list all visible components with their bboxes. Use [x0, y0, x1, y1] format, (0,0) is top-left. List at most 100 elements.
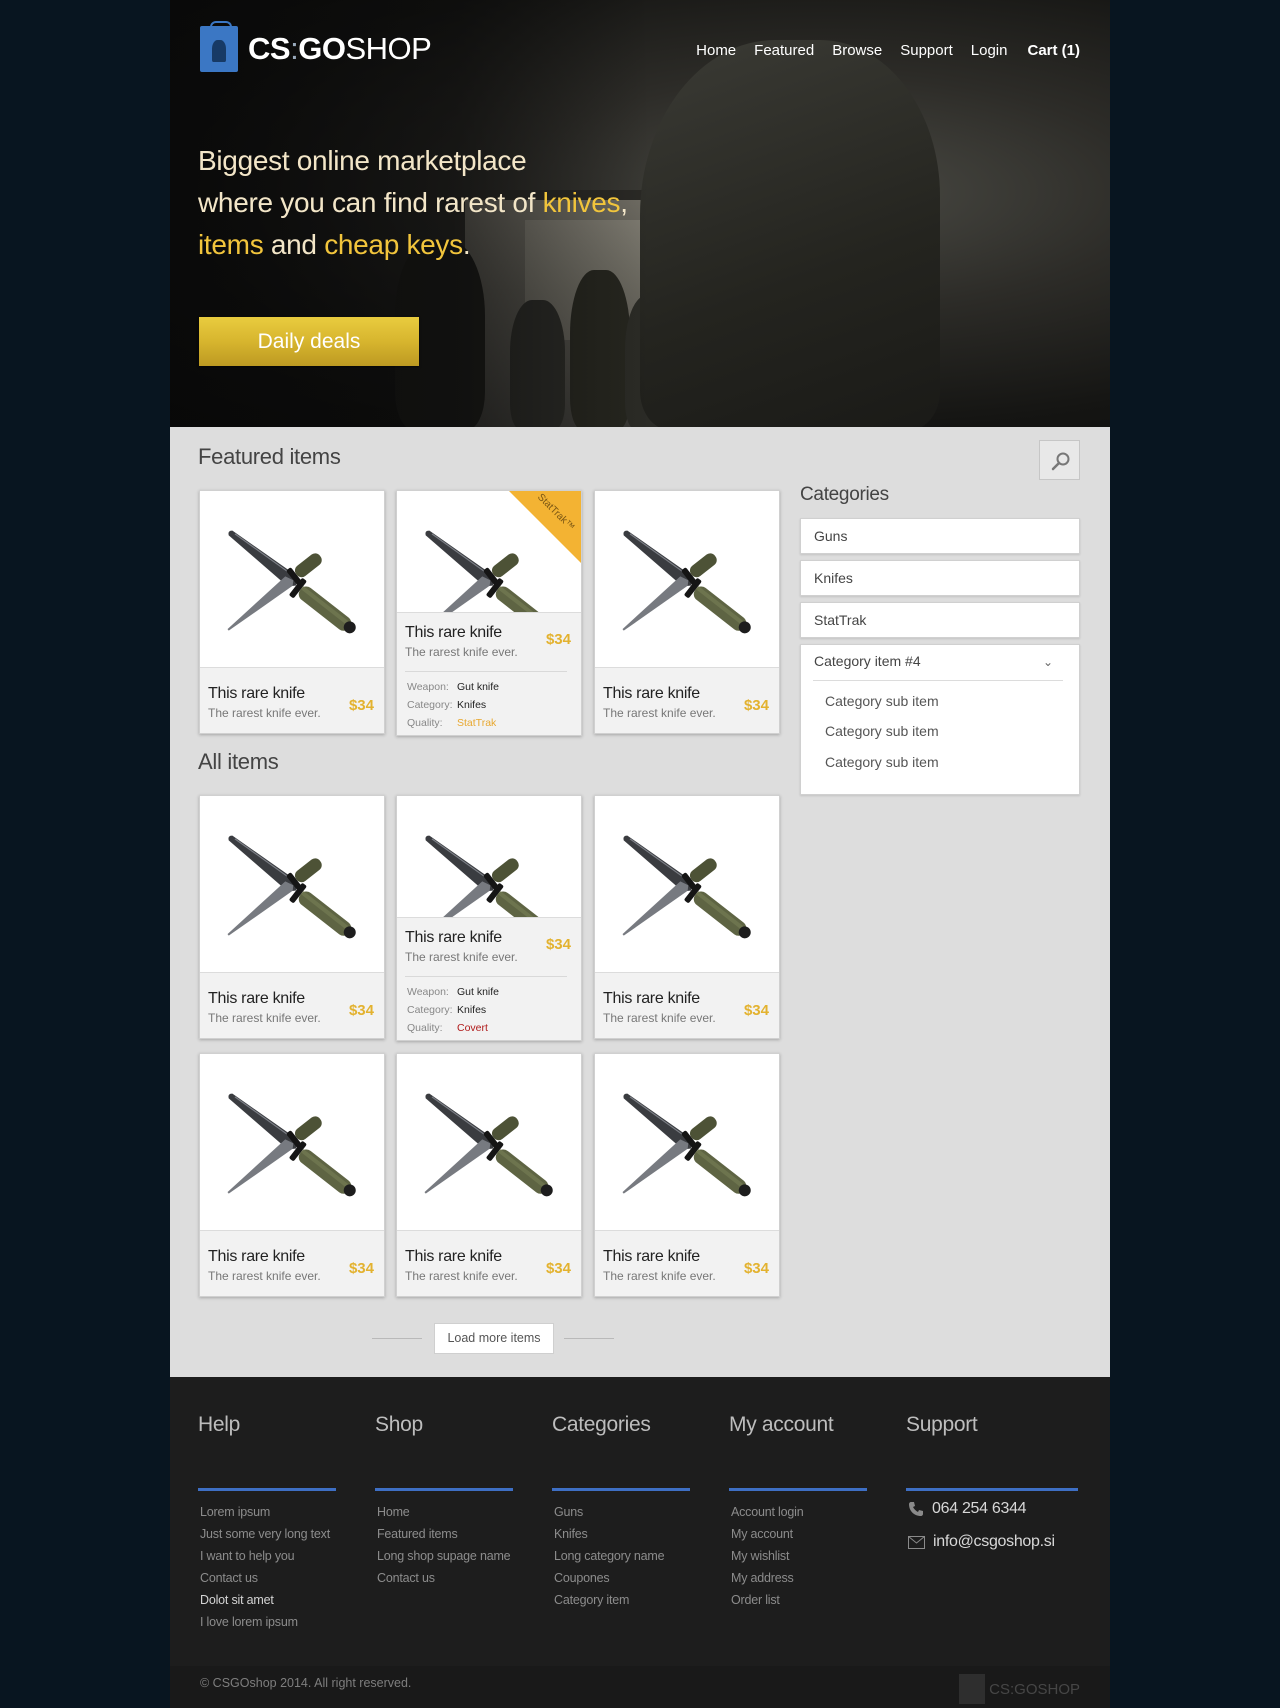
product-price: $34 — [545, 1260, 571, 1277]
footer-link[interactable]: Contact us — [377, 1571, 510, 1593]
footer-col-account: My account Account login My account My w… — [729, 1413, 869, 1607]
crossed-knives-icon — [424, 835, 550, 917]
footer-heading-bar — [198, 1488, 336, 1491]
product-subtitle: The rarest knife ever. — [603, 706, 716, 720]
footer-col-help: Help Lorem ipsum Just some very long tex… — [198, 1413, 338, 1629]
footer-link[interactable]: Guns — [554, 1505, 664, 1527]
crossed-knives-icon — [622, 835, 751, 939]
product-title: This rare knife — [405, 624, 502, 641]
footer-link[interactable]: Coupones — [554, 1571, 664, 1593]
crossed-knives-icon — [227, 1093, 356, 1197]
footer-heading-bar — [906, 1488, 1078, 1491]
details-divider — [405, 976, 567, 977]
product-card-expanded[interactable]: StatTrak™ This rare knife The rarest kni… — [396, 490, 582, 736]
support-email[interactable]: info@csgoshop.si — [908, 1533, 1055, 1551]
detail-weapon: Weapon: Gut knife — [407, 681, 500, 693]
product-card[interactable]: This rare knife The rarest knife ever. $… — [199, 1053, 385, 1297]
footer-link[interactable]: Lorem ipsum — [200, 1505, 330, 1527]
crossed-knives-icon — [227, 530, 356, 634]
nav-featured[interactable]: Featured — [754, 42, 814, 59]
crossed-knives-icon — [622, 530, 751, 634]
footer-link[interactable]: Just some very long text — [200, 1527, 330, 1549]
product-title: This rare knife — [603, 990, 700, 1007]
nav-home[interactable]: Home — [696, 42, 736, 59]
category-sub-item[interactable]: Category sub item — [825, 754, 939, 770]
product-subtitle: The rarest knife ever. — [603, 1011, 716, 1025]
product-card[interactable]: This rare knife The rarest knife ever. $… — [396, 1053, 582, 1297]
footer-heading: My account — [729, 1413, 834, 1436]
logo-text: CS:GOSHOP — [248, 31, 432, 66]
footer: Help Lorem ipsum Just some very long tex… — [170, 1377, 1110, 1708]
product-price: $34 — [743, 1002, 769, 1019]
knife-image — [200, 1054, 384, 1231]
footer-link[interactable]: Category item — [554, 1593, 664, 1615]
footer-link[interactable]: Knifes — [554, 1527, 664, 1549]
footer-bottom-bar: © CSGOshop 2014. All right reserved. CS:… — [170, 1666, 1110, 1708]
shopping-bag-icon — [959, 1674, 986, 1704]
site-logo[interactable]: CS:GOSHOP — [200, 21, 432, 72]
hero-soldier-main — [640, 40, 940, 427]
product-card[interactable]: This rare knife The rarest knife ever. $… — [594, 795, 780, 1039]
product-price: $34 — [545, 936, 571, 953]
footer-link[interactable]: My address — [731, 1571, 803, 1593]
knife-image — [397, 1054, 581, 1231]
knife-image — [595, 1054, 779, 1231]
product-title: This rare knife — [603, 1248, 700, 1265]
category-item-expanded[interactable]: Category item #4 ⌄ Category sub item Cat… — [800, 644, 1080, 795]
footer-heading-bar — [729, 1488, 867, 1491]
product-card[interactable]: This rare knife The rarest knife ever. $… — [199, 490, 385, 734]
load-more-button[interactable]: Load more items — [434, 1323, 554, 1354]
knife-image — [200, 796, 384, 973]
footer-link[interactable]: Long shop supage name — [377, 1549, 511, 1571]
nav-browse[interactable]: Browse — [832, 42, 882, 59]
footer-link[interactable]: Account login — [731, 1505, 804, 1527]
footer-link[interactable]: Contact us — [200, 1571, 330, 1593]
detail-category: Category: Knifes — [407, 1004, 487, 1016]
detail-quality: Quality: StatTrak — [407, 717, 497, 729]
nav-cart[interactable]: Cart (1) — [1027, 42, 1080, 59]
footer-link[interactable]: I love lorem ipsum — [200, 1615, 330, 1637]
daily-deals-button[interactable]: Daily deals — [199, 317, 419, 366]
knife-image — [595, 491, 779, 668]
product-title: This rare knife — [405, 929, 502, 946]
category-item-guns[interactable]: Guns — [800, 518, 1080, 554]
product-price: $34 — [348, 1002, 374, 1019]
search-button[interactable] — [1039, 440, 1080, 480]
footer-link[interactable]: Long category name — [554, 1549, 665, 1571]
product-subtitle: The rarest knife ever. — [405, 1269, 518, 1283]
footer-link[interactable]: I want to help you — [200, 1549, 330, 1571]
product-price: $34 — [743, 1260, 769, 1277]
search-icon — [1051, 452, 1070, 471]
footer-link[interactable]: My wishlist — [731, 1549, 803, 1571]
nav-support[interactable]: Support — [900, 42, 953, 59]
footer-heading: Shop — [375, 1413, 423, 1436]
nav-login[interactable]: Login — [971, 42, 1008, 59]
category-sub-item[interactable]: Category sub item — [825, 723, 939, 739]
category-item-knifes[interactable]: Knifes — [800, 560, 1080, 596]
footer-link[interactable]: My account — [731, 1527, 803, 1549]
product-card[interactable]: This rare knife The rarest knife ever. $… — [199, 795, 385, 1039]
product-price: $34 — [348, 697, 374, 714]
product-title: This rare knife — [405, 1248, 502, 1265]
footer-logo[interactable]: CS:GOSHOP — [959, 1674, 1080, 1704]
footer-col-support: Support 064 254 6344 info@csgoshop.si — [906, 1413, 1078, 1550]
footer-link[interactable]: Home — [377, 1505, 510, 1527]
category-sub-item[interactable]: Category sub item — [825, 693, 939, 709]
product-card[interactable]: This rare knife The rarest knife ever. $… — [594, 490, 780, 734]
product-price: $34 — [743, 697, 769, 714]
product-card[interactable]: This rare knife The rarest knife ever. $… — [594, 1053, 780, 1297]
product-price: $34 — [348, 1260, 374, 1277]
category-item-stattrak[interactable]: StatTrak — [800, 602, 1080, 638]
footer-link[interactable]: Order list — [731, 1593, 803, 1615]
chevron-down-icon[interactable]: ⌄ — [1043, 655, 1053, 669]
detail-quality: Quality: Covert — [407, 1022, 488, 1034]
product-subtitle: The rarest knife ever. — [208, 1269, 321, 1283]
footer-link[interactable]: Dolot sit amet — [200, 1593, 330, 1615]
support-phone[interactable]: 064 254 6344 — [908, 1500, 1027, 1518]
footer-heading: Help — [198, 1413, 240, 1436]
footer-link[interactable]: Featured items — [377, 1527, 510, 1549]
footer-heading-bar — [552, 1488, 690, 1491]
product-card-expanded[interactable]: This rare knife The rarest knife ever. $… — [396, 795, 582, 1041]
category-item-label[interactable]: Category item #4 — [814, 653, 921, 669]
crossed-knives-icon — [227, 835, 356, 939]
